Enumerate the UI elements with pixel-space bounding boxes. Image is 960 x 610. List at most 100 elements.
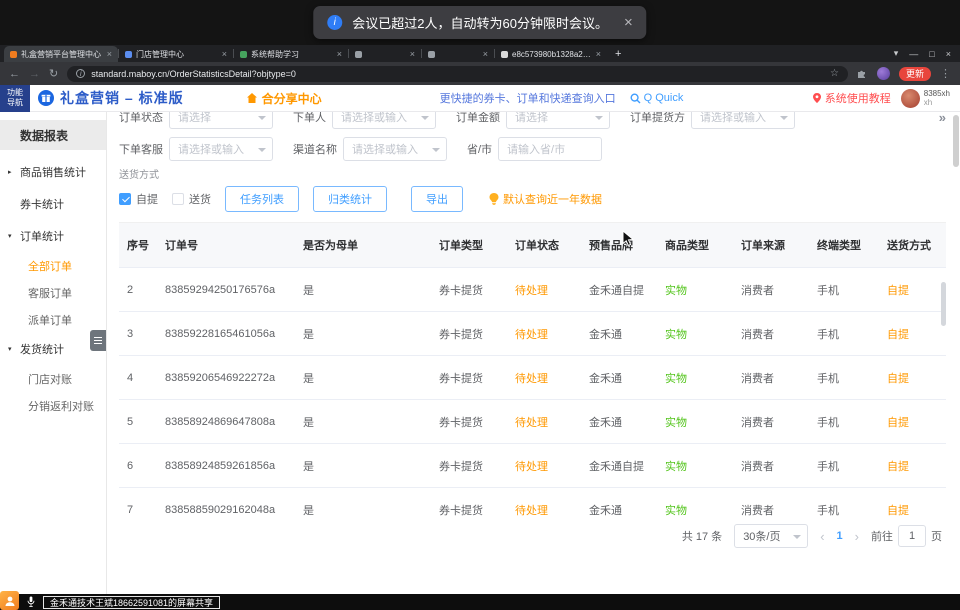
- avatar: [901, 89, 920, 108]
- next-page-button[interactable]: ›: [855, 529, 859, 544]
- checkbox-deliver[interactable]: 送货: [172, 191, 211, 207]
- page-size-select[interactable]: 30条/页: [734, 524, 808, 548]
- table-cell: 券卡提货: [431, 414, 507, 430]
- table-cell: 是: [295, 458, 431, 474]
- browser-tab-5[interactable]: ×: [422, 46, 494, 62]
- checkbox-self-pickup[interactable]: 自提: [119, 191, 158, 207]
- table-row[interactable]: 683858924859261856a是券卡提货待处理金禾通自提实物消费者手机自…: [119, 444, 946, 488]
- table-scrollbar[interactable]: [941, 282, 946, 326]
- orderer-select[interactable]: 请选择或输入: [332, 112, 436, 129]
- brand: 礼盒营销 – 标准版: [38, 88, 184, 108]
- table-row[interactable]: 583858924869647808a是券卡提货待处理金禾通实物消费者手机自提: [119, 400, 946, 444]
- table-cell: 实物: [657, 370, 733, 386]
- task-list-button[interactable]: 任务列表: [225, 186, 299, 212]
- nav-toggle-button[interactable]: 功能 导航: [0, 85, 30, 112]
- current-page[interactable]: 1: [837, 530, 843, 542]
- close-icon[interactable]: ×: [624, 14, 633, 31]
- channel-name-select[interactable]: 请选择或输入: [343, 137, 447, 161]
- placeholder: 请选择: [178, 112, 211, 125]
- user-menu[interactable]: 8385xh xh: [901, 89, 950, 108]
- table-row[interactable]: 383859228165461056a是券卡提货待处理金禾通实物消费者手机自提: [119, 312, 946, 356]
- browser-tab-4[interactable]: ×: [349, 46, 421, 62]
- sidebar-item-data-report[interactable]: 数据报表: [0, 120, 106, 150]
- back-icon[interactable]: ←: [9, 68, 20, 80]
- table-cell: 83858924869647808a: [157, 416, 295, 428]
- tab-close-icon[interactable]: ×: [483, 49, 488, 59]
- screen-share-bar: 金禾通技术王斌18662591081的屏幕共享: [0, 594, 960, 610]
- new-tab-button[interactable]: +: [607, 48, 629, 60]
- panel-expand-icon[interactable]: »: [939, 112, 946, 125]
- province-city-input[interactable]: 请输入省/市: [498, 137, 602, 161]
- minimize-button[interactable]: —: [909, 49, 918, 59]
- meeting-avatar[interactable]: [0, 591, 19, 610]
- maximize-button[interactable]: □: [929, 49, 934, 59]
- favicon: [10, 51, 17, 58]
- filter-order-status: 订单状态 请选择: [119, 112, 273, 129]
- extensions-icon[interactable]: [857, 68, 868, 79]
- sidebar-item-dispatch-orders[interactable]: 派单订单: [0, 306, 106, 333]
- table-cell: 券卡提货: [431, 282, 507, 298]
- table-cell: 金禾通: [581, 502, 657, 518]
- favicon: [240, 51, 247, 58]
- table-cell: 自提: [879, 326, 946, 342]
- reload-icon[interactable]: ↻: [49, 67, 58, 80]
- sidebar-item-rebate-reconcile[interactable]: 分销返利对账: [0, 392, 106, 419]
- sidebar-item-store-reconcile[interactable]: 门店对账: [0, 365, 106, 392]
- order-status-select[interactable]: 请选择: [169, 112, 273, 129]
- table-row[interactable]: 483859206546922272a是券卡提货待处理金禾通实物消费者手机自提: [119, 356, 946, 400]
- classified-stats-button[interactable]: 归类统计: [313, 186, 387, 212]
- table-row[interactable]: 283859294250176576a是券卡提货待处理金禾通自提实物消费者手机自…: [119, 268, 946, 312]
- placeholder: 请选择或输入: [341, 112, 407, 125]
- sidebar-item-service-orders[interactable]: 客服订单: [0, 279, 106, 306]
- sidebar-collapse-handle[interactable]: [90, 330, 106, 351]
- url-text[interactable]: standard.maboy.cn/OrderStatisticsDetail?…: [91, 69, 824, 79]
- user-name-sub: xh: [924, 98, 950, 107]
- placeholder: 请选择或输入: [178, 141, 244, 157]
- order-amount-select[interactable]: 请选择: [506, 112, 610, 129]
- address-bar[interactable]: i standard.maboy.cn/OrderStatisticsDetai…: [67, 66, 848, 82]
- service-agent-select[interactable]: 请选择或输入: [169, 137, 273, 161]
- window-close-button[interactable]: ×: [946, 49, 951, 59]
- filter-pickup-party: 订单提货方 请选择或输入: [630, 112, 795, 129]
- tab-close-icon[interactable]: ×: [337, 49, 342, 59]
- table-body: 283859294250176576a是券卡提货待处理金禾通自提实物消费者手机自…: [119, 268, 946, 520]
- browser-tab-6[interactable]: e8c573980b1328a258fd2e6ll ×: [495, 46, 607, 62]
- page-scrollbar[interactable]: [953, 115, 959, 167]
- tab-close-icon[interactable]: ×: [596, 49, 601, 59]
- sidebar-item-all-orders[interactable]: 全部订单: [0, 252, 106, 279]
- sidebar-item-product-sales[interactable]: ▸ 商品销售统计: [0, 156, 106, 188]
- tab-close-icon[interactable]: ×: [107, 49, 112, 59]
- table-cell: 实物: [657, 502, 733, 518]
- tab-close-icon[interactable]: ×: [410, 49, 415, 59]
- pickup-party-select[interactable]: 请选择或输入: [691, 112, 795, 129]
- tab-close-icon[interactable]: ×: [222, 49, 227, 59]
- bookmark-star-icon[interactable]: ☆: [830, 68, 839, 79]
- browser-profile-avatar[interactable]: [877, 67, 890, 80]
- nav-toggle-line2: 导航: [0, 98, 30, 108]
- site-info-icon[interactable]: i: [76, 69, 85, 78]
- prev-page-button[interactable]: ‹: [820, 529, 824, 544]
- sidebar-item-order-stats[interactable]: ▾ 订单统计: [0, 220, 106, 252]
- quick-search-link[interactable]: Q Quick: [630, 92, 684, 104]
- window-controls: ▾ — □ ×: [894, 48, 960, 59]
- table-row[interactable]: 783858859029162048a是券卡提货待处理金禾通实物消费者手机自提: [119, 488, 946, 520]
- forward-icon[interactable]: →: [29, 68, 40, 80]
- sidebar-item-coupon-stats[interactable]: 券卡统计: [0, 188, 106, 220]
- tutorial-link[interactable]: 系统使用教程: [812, 90, 891, 106]
- goto-page-input[interactable]: [898, 525, 926, 547]
- table-cell: 2: [119, 284, 157, 296]
- chevron-down-icon[interactable]: ▾: [894, 48, 899, 59]
- export-button[interactable]: 导出: [411, 186, 463, 212]
- table-cell: 待处理: [507, 282, 581, 298]
- placeholder: 请选择: [515, 112, 548, 125]
- browser-tab-1[interactable]: 礼盒营销平台管理中心 ×: [4, 46, 118, 62]
- filter-label: 渠道名称: [293, 141, 337, 157]
- browser-tab-3[interactable]: 系统帮助学习 ×: [234, 46, 348, 62]
- browser-tab-2[interactable]: 门店管理中心 ×: [119, 46, 233, 62]
- browser-update-button[interactable]: 更新: [899, 67, 931, 81]
- column-header: 预售品牌: [581, 237, 657, 253]
- table-cell: 券卡提货: [431, 326, 507, 342]
- share-center-link[interactable]: 合分享中心: [246, 90, 322, 107]
- table-cell: 金禾通: [581, 414, 657, 430]
- browser-menu-icon[interactable]: ⋮: [940, 67, 951, 80]
